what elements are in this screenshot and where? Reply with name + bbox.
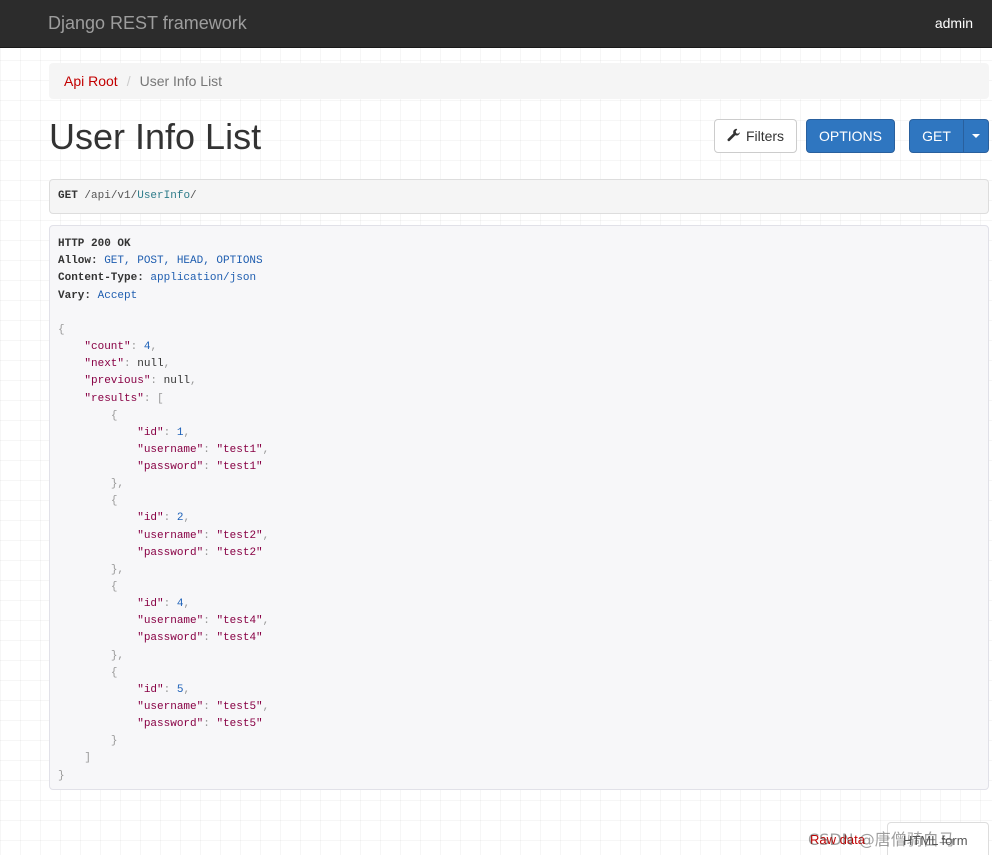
wrench-icon xyxy=(727,128,746,145)
response-header: Vary: Accept xyxy=(58,289,138,302)
request-path-prefix: /api/v1/ xyxy=(77,190,138,202)
result-password: "test1" xyxy=(216,461,263,474)
breadcrumb: Api Root / User Info List xyxy=(49,63,989,99)
result-username: "test1" xyxy=(216,443,263,456)
result-username: "test4" xyxy=(216,615,263,628)
request-path-link[interactable]: UserInfo xyxy=(137,190,190,202)
get-format-dropdown[interactable] xyxy=(963,119,989,153)
filters-button[interactable]: Filters xyxy=(714,119,797,153)
response-header: Content-Type: application/json xyxy=(58,272,257,285)
breadcrumb-separator: / xyxy=(126,73,131,89)
options-button[interactable]: OPTIONS xyxy=(806,119,895,153)
response-body: HTTP 200 OK Allow: GET, POST, HEAD, OPTI… xyxy=(49,225,989,790)
breadcrumb-api-root[interactable]: Api Root xyxy=(64,73,118,89)
request-path-suffix: / xyxy=(190,190,197,202)
watermark: CSDN @唐僧骑白马 xyxy=(808,830,955,849)
get-button[interactable]: GET xyxy=(909,119,964,153)
response-header: Allow: GET, POST, HEAD, OPTIONS xyxy=(58,255,263,268)
result-username: "test5" xyxy=(216,701,263,714)
json-previous: null xyxy=(163,375,191,388)
request-info: GET /api/v1/UserInfo/ xyxy=(49,179,989,214)
caret-down-icon xyxy=(972,134,980,138)
json-next: null xyxy=(137,358,164,371)
response-status: HTTP 200 OK xyxy=(58,238,131,250)
result-username: "test2" xyxy=(216,529,263,542)
navbar: Django REST framework admin xyxy=(0,0,992,48)
result-password: "test4" xyxy=(216,632,263,645)
request-method: GET xyxy=(58,190,78,202)
page-title: User Info List xyxy=(49,116,262,157)
brand-link[interactable]: Django REST framework xyxy=(48,13,247,34)
result-password: "test5" xyxy=(216,718,263,731)
filters-label: Filters xyxy=(745,128,785,144)
user-menu[interactable]: admin xyxy=(935,15,973,31)
breadcrumb-current: User Info List xyxy=(139,73,223,89)
json-body: { "count": 4, "next": null, "previous": … xyxy=(58,323,270,782)
result-password: "test2" xyxy=(216,546,263,559)
